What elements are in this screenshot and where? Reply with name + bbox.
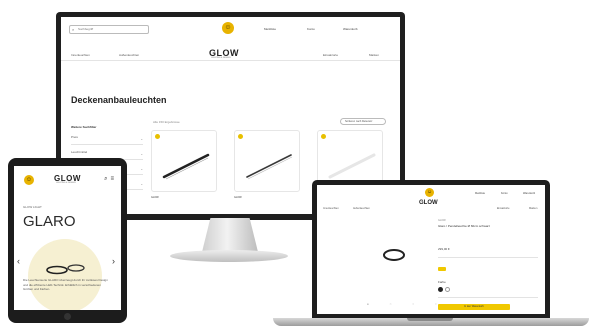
wishlist-link[interactable]: Merkliste (475, 192, 485, 195)
color-label: Farbe (438, 280, 446, 284)
result-count: Alle 150 Ergebnisse (153, 120, 180, 124)
ring-pendant-image (383, 249, 405, 261)
product-card[interactable] (234, 130, 300, 192)
pendant-lamp-image (162, 153, 210, 180)
filter-title: Weitere Suchfilter (71, 125, 97, 129)
product-description: Die Leuchtenserie GLARO überzeugt durch … (23, 278, 108, 291)
sale-badge (438, 267, 446, 271)
wishlist-link[interactable]: Merkliste (264, 27, 276, 31)
add-to-cart-button[interactable]: In den Warenkorb (438, 304, 510, 310)
ceiling-lamp-image (246, 154, 293, 180)
product-brand: GLOW (151, 196, 159, 199)
nav-item-brands[interactable]: Marken (369, 53, 379, 57)
desktop-main-nav: Innenleuchten Außenleuchten GLOW LIGHTIN… (61, 47, 400, 61)
filter-price[interactable]: Preis ⌄ (71, 135, 143, 145)
product-title: Glaro / Pendelleuchte Ø 60cm schwarz (438, 224, 491, 228)
ring-lamps-image (46, 264, 85, 275)
brand-tagline: LIGHTING & DESIGN (56, 182, 76, 184)
color-swatch-white[interactable] (445, 287, 450, 292)
divider (438, 257, 538, 258)
nav-item-outdoor[interactable]: Außenleuchten (119, 53, 139, 57)
brand-wordmark[interactable]: GLOW (419, 200, 438, 206)
brand-logo-icon[interactable]: ☺ (425, 188, 434, 197)
account-link[interactable]: Konto (307, 27, 315, 31)
brand-logo-icon[interactable]: ☺ (24, 175, 34, 185)
carousel-next-icon[interactable]: › (112, 256, 115, 266)
chevron-down-icon: ⌄ (140, 137, 143, 141)
product-card[interactable] (151, 130, 217, 192)
laptop: ☺ Merkliste Konto Warenkorb Innenleuchte… (312, 180, 550, 319)
laptop-notch (407, 318, 453, 321)
nav-item-indoor[interactable]: Innenleuchten (323, 207, 339, 210)
tablet: ☺ GLOW LIGHTING & DESIGN ⌕≡ GLOW LIGHT G… (8, 158, 127, 323)
nav-item-outdoor[interactable]: Außenleuchten (353, 207, 370, 210)
page-title: GLARO (23, 213, 76, 230)
search-menu-icons[interactable]: ⌕≡ (104, 176, 117, 183)
search-icon: ⌕ (72, 27, 75, 32)
cart-link[interactable]: Warenkorb (523, 192, 535, 195)
page-title: Deckenanbauleuchten (71, 95, 167, 105)
new-badge (155, 134, 160, 139)
nav-item-places[interactable]: Einsatzorte (497, 207, 510, 210)
sort-select[interactable]: Sortieren nach Relevanz (340, 118, 386, 125)
search-input[interactable]: ⌕ Suchbegriff (69, 25, 149, 34)
chevron-down-icon: ⌄ (140, 152, 143, 156)
chevron-down-icon: ⌄ (140, 182, 143, 186)
chevron-down-icon: ⌄ (140, 167, 143, 171)
device-mockup-scene: ⌕ Suchbegriff ☺ Merkliste Konto Warenkor… (0, 0, 589, 329)
product-brand: GLOW (234, 196, 242, 199)
brand-tagline: LIGHTING & DESIGN (211, 57, 231, 59)
search-placeholder: Suchbegriff (78, 27, 94, 31)
nav-item-brands[interactable]: Marken (529, 207, 537, 210)
cart-link[interactable]: Warenkorb (343, 27, 358, 31)
divider (438, 297, 538, 298)
tablet-screen: ☺ GLOW LIGHTING & DESIGN ⌕≡ GLOW LIGHT G… (14, 166, 121, 310)
gallery-dots[interactable]: ● ○ ○ ○ (367, 302, 447, 306)
breadcrumb[interactable]: GLOW LIGHT (23, 205, 42, 209)
brand-logo-icon[interactable]: ☺ (222, 22, 234, 34)
home-button[interactable] (64, 313, 71, 320)
nav-item-places[interactable]: Einsatzorte (323, 53, 338, 57)
monitor-stand-neck (202, 218, 258, 252)
monitor-stand-base (170, 250, 288, 262)
account-link[interactable]: Konto (501, 192, 508, 195)
desktop-topbar: ⌕ Suchbegriff ☺ Merkliste Konto Warenkor… (61, 17, 400, 41)
color-swatch-black[interactable] (438, 287, 443, 292)
carousel-prev-icon[interactable]: ‹ (17, 256, 20, 266)
laptop-screen: ☺ Merkliste Konto Warenkorb Innenleuchte… (317, 185, 545, 314)
product-brand: GLOW (438, 219, 446, 222)
new-badge (238, 134, 243, 139)
product-price: 299,00 € (438, 247, 450, 251)
new-badge (321, 134, 326, 139)
nav-item-indoor[interactable]: Innenleuchten (71, 53, 90, 57)
